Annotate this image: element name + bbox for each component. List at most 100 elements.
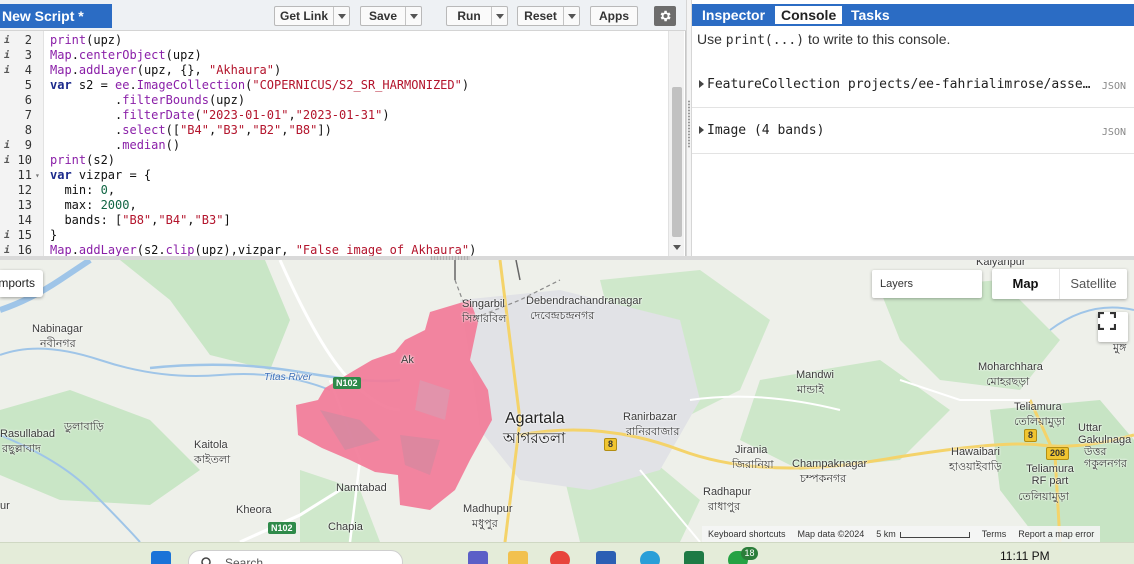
tab-inspector[interactable]: Inspector xyxy=(696,6,771,24)
code-line[interactable]: i 2 print(upz) xyxy=(0,33,668,48)
code-text[interactable]: print(upz) xyxy=(50,33,122,48)
run-dropdown-icon[interactable] xyxy=(491,7,507,25)
code-text[interactable]: Map.addLayer(upz, {}, "Akhaura") xyxy=(50,63,281,78)
reset-button[interactable]: Reset xyxy=(517,6,580,26)
code-text[interactable]: .median() xyxy=(50,138,180,153)
code-text[interactable]: var vizpar = { xyxy=(50,168,151,183)
save-button[interactable]: Save xyxy=(360,6,422,26)
json-link[interactable]: JSON xyxy=(1102,127,1126,138)
fold-toggle-icon[interactable]: ▾ xyxy=(35,168,43,183)
json-link[interactable]: JSON xyxy=(1102,81,1126,92)
keyboard-shortcuts-link[interactable]: Keyboard shortcuts xyxy=(708,529,786,539)
code-area[interactable]: i 2 print(upz) i 3 Map.centerObject(upz) i 4 Map… xyxy=(0,31,668,256)
place-label: Radhapur xyxy=(703,486,752,498)
apps-button[interactable]: Apps xyxy=(590,6,638,26)
tab-tasks[interactable]: Tasks xyxy=(845,6,896,24)
save-dropdown-icon[interactable] xyxy=(405,7,421,25)
code-text[interactable]: .filterBounds(upz) xyxy=(50,93,245,108)
run-button[interactable]: Run xyxy=(446,6,508,26)
map-type-satellite-button[interactable]: Satellite xyxy=(1060,269,1127,299)
earth-engine-code-editor: New Script * Get Link Save Run Reset App… xyxy=(0,0,1134,564)
place-label: Kheora xyxy=(236,504,272,516)
file-explorer-icon[interactable] xyxy=(508,551,528,564)
teams-icon[interactable] xyxy=(468,551,488,564)
code-line[interactable]: i 10 print(s2) xyxy=(0,153,668,168)
get-link-label: Get Link xyxy=(279,9,328,23)
place-label-bn: নবীনগর xyxy=(40,338,76,350)
place-label: Nabinagar xyxy=(32,323,83,335)
line-number: 14 xyxy=(17,213,32,227)
excel-icon[interactable] xyxy=(684,551,704,564)
map-view[interactable]: Nabinagar নবীনগর Titas River Rasullabad … xyxy=(0,260,1134,542)
get-link-button[interactable]: Get Link xyxy=(274,6,350,26)
taskbar-clock[interactable]: 11:11 PM xyxy=(1000,549,1050,563)
script-title[interactable]: New Script * xyxy=(0,4,112,28)
code-line[interactable]: 14 bands: ["B8","B4","B3"] xyxy=(0,213,668,228)
imports-tab[interactable]: Imports xyxy=(0,270,43,297)
console-output-row[interactable]: Image (4 bands) JSON xyxy=(692,108,1134,154)
scroll-down-arrow-icon[interactable] xyxy=(673,245,681,250)
code-line[interactable]: i 3 Map.centerObject(upz) xyxy=(0,48,668,63)
terms-link[interactable]: Terms xyxy=(982,529,1007,539)
code-text[interactable]: .select(["B4","B3","B2","B8"]) xyxy=(50,123,332,138)
code-line[interactable]: 13 max: 2000, xyxy=(0,198,668,213)
tab-console[interactable]: Console xyxy=(775,6,843,24)
apps-label: Apps xyxy=(599,9,629,23)
code-line[interactable]: i 15} xyxy=(0,228,668,243)
expand-arrow-icon[interactable] xyxy=(699,80,704,88)
code-line[interactable]: i 9 .median() xyxy=(0,138,668,153)
code-text[interactable]: Map.addLayer(s2.clip(upz),vizpar, "False… xyxy=(50,243,476,256)
place-label: Namtabad xyxy=(336,482,387,494)
settings-gear-icon[interactable] xyxy=(654,6,676,26)
chrome-icon[interactable] xyxy=(550,551,570,564)
road-shield-n102: N102 xyxy=(268,522,296,534)
reset-dropdown-icon[interactable] xyxy=(563,7,579,25)
code-line[interactable]: 11 ▾ var vizpar = { xyxy=(0,168,668,183)
get-link-dropdown-icon[interactable] xyxy=(333,7,349,25)
place-label: ur xyxy=(0,500,10,512)
telegram-icon[interactable] xyxy=(640,551,660,564)
fullscreen-icon[interactable] xyxy=(1098,312,1128,342)
taskbar-search-input[interactable]: Search xyxy=(188,550,403,564)
code-text[interactable]: } xyxy=(50,228,57,243)
line-number: 13 xyxy=(17,198,32,212)
layers-button[interactable]: Layers xyxy=(872,270,982,298)
line-number: 8 xyxy=(24,123,32,137)
code-text[interactable]: print(s2) xyxy=(50,153,115,168)
place-label: Debendrachandranagar xyxy=(526,295,643,307)
code-scroll-thumb[interactable] xyxy=(672,87,682,237)
code-text[interactable]: .filterDate("2023-01-01","2023-01-31") xyxy=(50,108,390,123)
windows-start-icon[interactable] xyxy=(151,551,171,564)
report-map-error-link[interactable]: Report a map error xyxy=(1018,529,1094,539)
place-label: Ranirbazar xyxy=(623,411,677,423)
code-line[interactable]: 8 .select(["B4","B3","B2","B8"]) xyxy=(0,123,668,138)
scale-indicator[interactable]: 5 km xyxy=(876,529,970,539)
road-shield-n102: N102 xyxy=(333,377,361,389)
code-line[interactable]: i 4 Map.addLayer(upz, {}, "Akhaura") xyxy=(0,63,668,78)
code-line[interactable]: 7 .filterDate("2023-01-01","2023-01-31") xyxy=(0,108,668,123)
code-line[interactable]: 6 .filterBounds(upz) xyxy=(0,93,668,108)
place-label-bn: উত্তর গকুলনগর xyxy=(1084,446,1127,470)
road-shield-nh208: 208 xyxy=(1046,447,1070,460)
place-label-bn: কাইতলা xyxy=(194,454,231,466)
place-label-bn: হাওয়াইবাড়ি xyxy=(949,461,1002,473)
code-line[interactable]: 12 min: 0, xyxy=(0,183,668,198)
code-scrollbar[interactable] xyxy=(668,31,684,256)
map-type-map-button[interactable]: Map xyxy=(992,269,1060,299)
code-text[interactable]: bands: ["B8","B4","B3"] xyxy=(50,213,230,228)
console-output-row[interactable]: FeatureCollection projects/ee-fahrialimr… xyxy=(692,62,1134,108)
map-data-credit: Map data ©2024 xyxy=(797,529,865,539)
code-text[interactable]: min: 0, xyxy=(50,183,115,198)
expand-arrow-icon[interactable] xyxy=(699,126,704,134)
info-marker-icon: i xyxy=(3,245,11,256)
code-text[interactable]: var s2 = ee.ImageCollection("COPERNICUS/… xyxy=(50,78,469,93)
windows-taskbar: Search 18 11:11 PM xyxy=(0,542,1134,564)
code-line[interactable]: 5 var s2 = ee.ImageCollection("COPERNICUS… xyxy=(0,78,668,93)
word-icon[interactable] xyxy=(596,551,616,564)
code-text[interactable]: Map.centerObject(upz) xyxy=(50,48,202,63)
place-label-bn: রানিরবাজার xyxy=(626,426,680,438)
road-shield-nh8: 8 xyxy=(604,438,618,451)
code-line[interactable]: i 16 Map.addLayer(s2.clip(upz),vizpar, "Fa… xyxy=(0,243,668,256)
place-label: Uttar Gakulnaga xyxy=(1078,422,1132,446)
code-text[interactable]: max: 2000, xyxy=(50,198,136,213)
